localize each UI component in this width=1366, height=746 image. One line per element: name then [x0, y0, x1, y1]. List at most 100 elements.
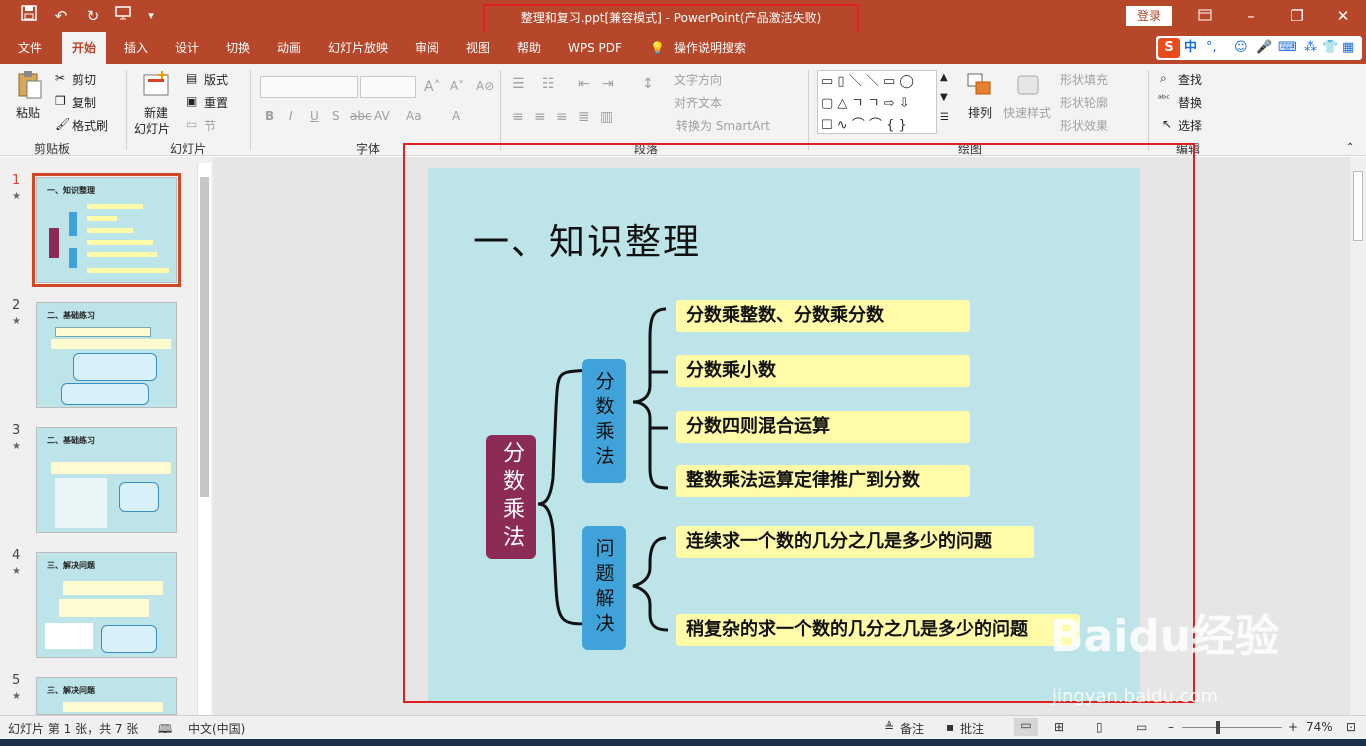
normal-view-icon[interactable]: ▭	[1014, 718, 1038, 736]
shapes-gallery[interactable]: ▭ ▯ ＼ ＼ ▭ ◯ ▢ △ ㄱ ㄱ ⇨ ⇩ ☐ ∿ ⌒ ⌒ { }	[817, 70, 937, 134]
tab-review[interactable]: 审阅	[415, 32, 439, 64]
copy-button[interactable]: 复制	[72, 94, 96, 111]
cut-button[interactable]: 剪切	[72, 71, 96, 88]
spellcheck-icon[interactable]: 🕮	[158, 720, 172, 741]
skin-icon[interactable]: 👕	[1322, 38, 1338, 58]
apps-icon[interactable]: ⁂	[1304, 38, 1317, 58]
scrollbar-thumb[interactable]	[1353, 171, 1363, 241]
bullets-icon[interactable]: ☰	[512, 76, 525, 92]
replace-icon[interactable]: ᵃᵇᶜ	[1158, 94, 1170, 105]
tab-file[interactable]: 文件	[18, 32, 42, 64]
tab-design[interactable]: 设计	[175, 32, 199, 64]
arrange-icon[interactable]	[966, 72, 994, 100]
reset-button[interactable]: 重置	[204, 94, 228, 111]
thumbnail-slide-5[interactable]: 三、解决问题	[36, 677, 177, 715]
tab-animations[interactable]: 动画	[277, 32, 301, 64]
shape-fill-button[interactable]: 形状填充	[1060, 71, 1108, 88]
fit-to-window-icon[interactable]: ⊡	[1346, 720, 1356, 734]
close-icon[interactable]: ✕	[1332, 5, 1354, 27]
char-spacing-button[interactable]: AV	[374, 109, 390, 123]
ribbon-display-icon[interactable]	[1194, 5, 1216, 27]
quick-styles-button[interactable]: 快速样式	[1003, 104, 1051, 121]
keyboard-icon[interactable]: ⌨	[1278, 38, 1297, 58]
select-button[interactable]: 选择	[1178, 117, 1202, 134]
zoom-level[interactable]: 74%	[1306, 720, 1333, 734]
zoom-slider-handle[interactable]	[1216, 721, 1220, 734]
minimize-icon[interactable]: –	[1240, 5, 1262, 27]
scissors-icon[interactable]: ✂	[55, 71, 65, 85]
clear-format-icon[interactable]: A⊘	[476, 79, 494, 93]
outdent-icon[interactable]: ⇥	[602, 76, 614, 92]
smartart-button[interactable]: 转换为 SmartArt	[676, 117, 770, 134]
notes-icon[interactable]: ≜	[884, 720, 894, 734]
thumbnail-slide-1[interactable]: 一、知识整理	[32, 173, 181, 287]
tab-slideshow[interactable]: 幻灯片放映	[328, 32, 388, 64]
align-text-button[interactable]: 对齐文本	[674, 94, 722, 111]
zoom-out-icon[interactable]: –	[1168, 720, 1174, 734]
italic-button[interactable]: I	[289, 109, 293, 123]
tell-me-search[interactable]: 操作说明搜索	[674, 32, 746, 64]
thumbnail-slide-4[interactable]: 三、解决问题	[36, 552, 177, 658]
redo-icon[interactable]: ↻	[82, 5, 104, 27]
comments-icon[interactable]: ▪	[946, 720, 954, 734]
layout-button[interactable]: 版式	[204, 71, 228, 88]
paste-icon[interactable]	[16, 70, 44, 99]
new-slide-icon[interactable]	[142, 70, 170, 98]
save-icon[interactable]	[18, 5, 40, 27]
new-slide-dropdown[interactable]: 幻灯片	[134, 120, 170, 137]
change-case-button[interactable]: Aa	[406, 109, 422, 123]
copy-icon[interactable]: ❐	[55, 94, 66, 108]
zoom-slider-track[interactable]	[1182, 727, 1282, 728]
scrollbar-thumb[interactable]	[200, 177, 209, 497]
tab-transitions[interactable]: 切换	[226, 32, 250, 64]
undo-icon[interactable]: ↶	[50, 5, 72, 27]
section-icon[interactable]: ▭	[186, 117, 197, 131]
shape-outline-button[interactable]: 形状轮廓	[1060, 94, 1108, 111]
justify-icon[interactable]: ≣	[578, 109, 590, 125]
line-spacing-icon[interactable]: ↕	[642, 76, 654, 92]
decrease-font-icon[interactable]: A˅	[450, 79, 464, 93]
paste-button[interactable]: 粘贴	[16, 104, 40, 121]
format-painter-icon[interactable]: 🖌	[55, 117, 70, 131]
tab-help[interactable]: 帮助	[517, 32, 541, 64]
grid-menu-icon[interactable]: ▦	[1342, 38, 1354, 58]
start-slideshow-icon[interactable]	[112, 5, 134, 27]
search-icon[interactable]: ⌕	[1160, 71, 1167, 86]
notes-button[interactable]: 备注	[900, 720, 924, 737]
thumbnail-slide-2[interactable]: 二、基础练习	[36, 302, 177, 408]
editor-scrollbar[interactable]	[1350, 157, 1366, 715]
arrange-button[interactable]: 排列	[968, 104, 992, 121]
collapse-ribbon-icon[interactable]: ⌃	[1346, 142, 1354, 153]
login-button[interactable]: 登录	[1126, 6, 1172, 26]
gallery-more-icon[interactable]: ☰	[940, 112, 949, 123]
tab-insert[interactable]: 插入	[124, 32, 148, 64]
replace-button[interactable]: 替换	[1178, 94, 1202, 111]
new-slide-button[interactable]: 新建	[144, 104, 168, 121]
indent-icon[interactable]: ⇤	[578, 76, 590, 92]
strikethrough-button[interactable]: abc	[350, 109, 372, 123]
layout-icon[interactable]: ▤	[186, 71, 197, 85]
numbering-icon[interactable]: ☷	[542, 76, 555, 92]
tab-home[interactable]: 开始	[62, 32, 107, 64]
comments-button[interactable]: 批注	[960, 720, 984, 737]
bold-button[interactable]: B	[265, 109, 274, 123]
cursor-icon[interactable]: ↖	[1162, 117, 1172, 131]
shadow-button[interactable]: S	[332, 109, 340, 123]
gallery-down-icon[interactable]: ▼	[940, 92, 948, 103]
columns-icon[interactable]: ▥	[600, 109, 613, 125]
align-center-icon[interactable]: ≡	[534, 109, 546, 125]
format-painter-button[interactable]: 格式刷	[72, 117, 108, 134]
shape-effects-button[interactable]: 形状效果	[1060, 117, 1108, 134]
thumbnail-slide-3[interactable]: 二、基础练习	[36, 427, 177, 533]
increase-font-icon[interactable]: A˄	[424, 79, 441, 95]
reset-icon[interactable]: ▣	[186, 94, 197, 108]
ime-toolbar[interactable]: S 中 °, ☺ 🎤 ⌨ ⁂ 👕 ▦	[1156, 36, 1362, 60]
reading-view-icon[interactable]: ▯	[1096, 720, 1103, 734]
thumbnail-scrollbar[interactable]	[197, 163, 211, 715]
font-family-combo[interactable]	[260, 76, 358, 98]
ime-mode-label[interactable]: 中	[1184, 38, 1197, 58]
emoji-icon[interactable]: ☺	[1234, 38, 1248, 58]
slide-sorter-icon[interactable]: ⊞	[1054, 720, 1064, 734]
zoom-in-icon[interactable]: +	[1288, 720, 1298, 734]
underline-button[interactable]: U	[310, 109, 319, 123]
